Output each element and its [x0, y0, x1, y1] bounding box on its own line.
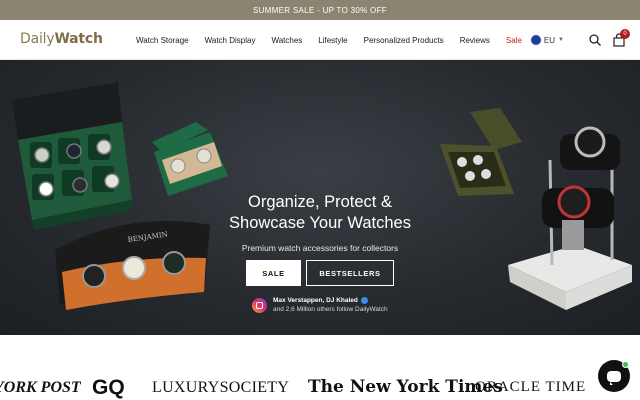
- nav-watches[interactable]: Watches: [271, 36, 302, 45]
- watch-case-olive: [440, 108, 522, 196]
- watch-roll-leather: BENJAMIN: [55, 220, 210, 310]
- instagram-icon[interactable]: [252, 297, 267, 313]
- watch-box-green-small: [152, 122, 228, 196]
- press-logo-oracle-time: ORACLE TIME: [475, 379, 587, 395]
- locale-label: EU: [543, 35, 556, 45]
- social-followers: and 2,6 Million others follow DailyWatch: [273, 306, 388, 313]
- hero-title: Organize, Protect & Showcase Your Watche…: [200, 192, 440, 234]
- hero-subtitle: Premium watch accessories for collectors: [241, 243, 399, 253]
- logo-part1: Daily: [20, 31, 55, 47]
- press-logo-gq: GQ: [92, 376, 125, 399]
- social-proof: Max Verstappen, DJ Khaled and 2,6 Millio…: [252, 296, 388, 314]
- cart-count-badge: 0: [620, 29, 630, 39]
- eu-flag-icon: [530, 35, 541, 45]
- hero-content: Organize, Protect & Showcase Your Watche…: [200, 192, 440, 253]
- press-logo-ny-post: YORK POST: [0, 379, 81, 396]
- site-header: DailyWatch Watch Storage Watch Display W…: [0, 20, 640, 60]
- hero-banner: BENJAMIN Organize, Protect & Showcase Yo…: [0, 60, 640, 335]
- press-logos: YORK POST GQ LUXURYSOCIETY The New York …: [0, 335, 640, 400]
- bestsellers-button[interactable]: BESTSELLERS: [306, 260, 394, 286]
- nav-lifestyle[interactable]: Lifestyle: [318, 36, 347, 45]
- locale-selector[interactable]: EU ▼: [530, 35, 564, 45]
- search-icon: [589, 34, 601, 46]
- chevron-down-icon: ▼: [558, 37, 564, 43]
- nav-watch-storage[interactable]: Watch Storage: [136, 36, 189, 45]
- nav-sale[interactable]: Sale: [506, 36, 522, 45]
- social-names: Max Verstappen, DJ Khaled: [273, 297, 358, 304]
- hero-buttons: SALE BESTSELLERS: [246, 260, 394, 286]
- logo[interactable]: DailyWatch: [20, 31, 103, 47]
- header-actions: EU ▼ 0: [530, 20, 630, 60]
- press-logo-nyt: The New York Times: [308, 377, 503, 397]
- social-names-row: Max Verstappen, DJ Khaled: [273, 296, 388, 305]
- press-logo-luxury-society: LUXURYSOCIETY: [152, 379, 290, 396]
- hero-title-line1: Organize, Protect &: [248, 193, 392, 211]
- watch-stand-marble: [508, 126, 632, 310]
- watch-box-green-large: [12, 82, 132, 230]
- chat-button[interactable]: [598, 360, 630, 392]
- logo-part2: Watch: [54, 31, 103, 47]
- main-nav: Watch Storage Watch Display Watches Life…: [136, 20, 538, 60]
- nav-watch-display[interactable]: Watch Display: [205, 36, 256, 45]
- verified-icon: [360, 297, 368, 304]
- social-proof-text: Max Verstappen, DJ Khaled and 2,6 Millio…: [273, 296, 388, 314]
- nav-reviews[interactable]: Reviews: [460, 36, 490, 45]
- search-button[interactable]: [588, 33, 602, 47]
- announcement-text: SUMMER SALE - UP TO 30% OFF: [253, 5, 387, 15]
- cart-button[interactable]: 0: [612, 29, 630, 47]
- chat-icon: [607, 370, 621, 385]
- nav-personalized-products[interactable]: Personalized Products: [364, 36, 444, 45]
- announcement-bar[interactable]: SUMMER SALE - UP TO 30% OFF: [0, 0, 640, 20]
- hero-title-line2: Showcase Your Watches: [229, 214, 411, 232]
- online-status-dot: [622, 361, 629, 368]
- sale-button[interactable]: SALE: [246, 260, 301, 286]
